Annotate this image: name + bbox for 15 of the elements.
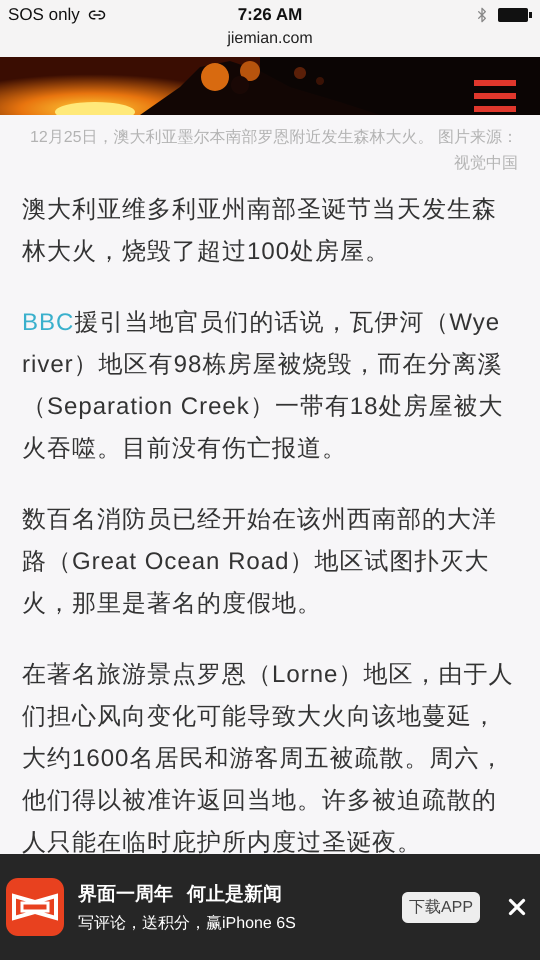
article-paragraph: 在著名旅游景点罗恩（Lorne）地区，由于人们担心风向变化可能导致大火向该地蔓延，大约1600名居民和游客周五被疏散。周六，他们得以被准许返回当地。许多被迫疏散的人只能在临时庇护所内度过圣诞夜。	[22, 660, 514, 858]
carrier-text: SOS only	[8, 5, 80, 25]
banner-title: 界面一周年	[78, 882, 173, 906]
image-caption: 12月25日，澳大利亚墨尔本南部罗恩附近发生森林大火。 图片来源：视觉中国	[28, 128, 518, 174]
clock-text: 7:26 AM	[238, 5, 302, 25]
app-logo-icon	[6, 878, 64, 936]
article-paragraph: 数百名消防员已经开始在该州西南部的大洋路（Great Ocean Road）地区试图扑灭大火，那里是著名的度假地。	[22, 505, 498, 619]
banner-subtitle: 写评论，送积分，赢iPhone 6S	[78, 914, 297, 934]
url-text[interactable]: jiemian.com	[227, 30, 313, 48]
menu-icon[interactable]	[474, 80, 516, 112]
download-button[interactable]: 下载APP	[402, 892, 480, 922]
battery-icon	[498, 8, 532, 22]
article-paragraph: BBC援引当地官员们的话说，瓦伊河（Wye river）地区有98栋房屋被烧毁，而在分离溪（Separation Creek）一带有18处房屋被大火吞噬。目前没有伤亡报道。	[22, 308, 504, 464]
banner-title: 何止是新闻	[187, 882, 282, 906]
article-paragraph: 澳大利亚维多利亚州南部圣诞节当天发生森林大火，烧毁了超过100处房屋。	[22, 195, 498, 267]
